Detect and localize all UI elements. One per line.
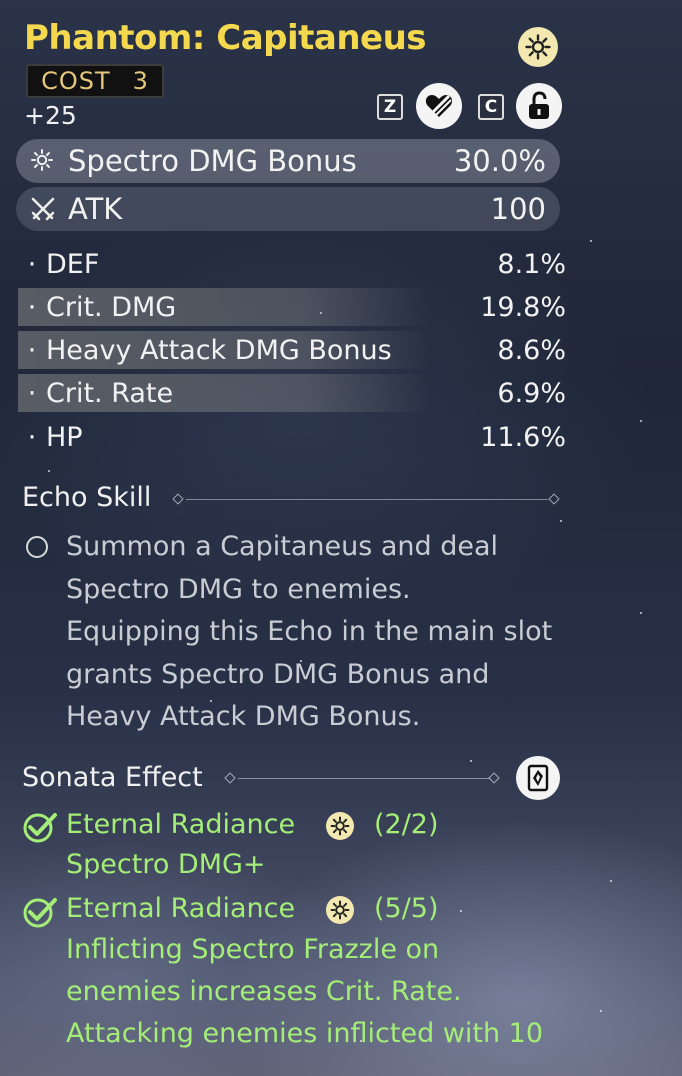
- lock-toggle-button[interactable]: [516, 83, 562, 129]
- sub-stat-name: DEF: [46, 248, 100, 280]
- skill-line: Equipping this Echo in the main slot: [66, 616, 553, 647]
- sub-stat-value: 8.6%: [497, 334, 566, 366]
- sub-stat-name: HP: [46, 421, 83, 453]
- atk-swords-icon: [30, 196, 60, 222]
- sonata-effect-description: Spectro DMG+: [66, 844, 626, 886]
- discard-toggle-button[interactable]: [416, 83, 462, 129]
- echo-level: +25: [24, 101, 77, 130]
- main-stat-row: ATK 100: [16, 187, 560, 231]
- effect-line: Inflicting Spectro Frazzle on: [66, 934, 440, 965]
- echo-title: Phantom: Capitaneus: [24, 18, 427, 58]
- cost-value: 3: [132, 67, 149, 95]
- echo-detail-panel: Phantom: Capitaneus COST 3 +25 Z C Spect…: [0, 0, 682, 1076]
- sub-stat-name: Crit. Rate: [46, 377, 174, 409]
- main-stat-value: 30.0%: [453, 144, 546, 178]
- sub-stat-name: Heavy Attack DMG Bonus: [46, 334, 392, 366]
- checkmark-icon: [23, 813, 57, 843]
- checkmark-icon: [23, 898, 57, 928]
- cost-badge: COST 3: [26, 64, 164, 98]
- sub-stat-bullet: ·: [27, 334, 37, 366]
- sub-stat-bullet: ·: [27, 291, 37, 323]
- sonata-set-name: Eternal Radiance: [66, 809, 296, 840]
- cost-label: COST: [41, 67, 111, 95]
- sub-stat-name: Crit. DMG: [46, 291, 177, 323]
- spectro-element-icon: [518, 27, 558, 67]
- sub-stat-value: 11.6%: [480, 421, 566, 453]
- effect-line: Attacking enemies inflicted with 10: [66, 1018, 544, 1049]
- effect-line: enemies increases Crit. Rate.: [66, 976, 462, 1007]
- effect-line: Spectro DMG+: [66, 849, 266, 880]
- sub-stat-value: 8.1%: [497, 248, 566, 280]
- sub-stat-value: 6.9%: [497, 377, 566, 409]
- unlock-hotkey: C: [478, 94, 504, 120]
- skill-bullet-icon: [26, 536, 48, 558]
- skill-line: grants Spectro DMG Bonus and: [66, 658, 490, 690]
- spectro-element-icon: [326, 896, 354, 924]
- section-divider: [238, 778, 490, 779]
- skill-line: Summon a Capitaneus and deal: [66, 531, 499, 562]
- divider-diamond: [172, 493, 184, 505]
- skill-line: Spectro DMG to enemies.: [66, 573, 411, 605]
- sub-stat-row: · HP 11.6%: [18, 418, 566, 456]
- spectro-icon: [30, 148, 60, 174]
- sub-stat-value: 19.8%: [480, 291, 566, 323]
- sonata-set-icon[interactable]: [516, 756, 560, 800]
- echo-skill-heading: Echo Skill: [22, 482, 152, 513]
- sonata-effect-heading: Sonata Effect: [22, 762, 203, 793]
- main-stat-name: ATK: [68, 192, 123, 226]
- sub-stat-row: · Heavy Attack DMG Bonus 8.6%: [18, 331, 566, 369]
- lock-hotkey: Z: [377, 94, 403, 120]
- sub-stat-bullet: ·: [27, 377, 37, 409]
- main-stat-name: Spectro DMG Bonus: [68, 144, 357, 178]
- sonata-set-name: Eternal Radiance: [66, 893, 296, 924]
- main-stat-row: Spectro DMG Bonus 30.0%: [16, 139, 560, 183]
- sonata-set-count: (2/2): [374, 809, 439, 840]
- sub-stat-row: · Crit. DMG 19.8%: [18, 288, 566, 326]
- spectro-element-icon: [326, 812, 354, 840]
- echo-skill-description: Summon a Capitaneus and deal Spectro DMG…: [66, 526, 586, 739]
- skill-line: Heavy Attack DMG Bonus.: [66, 701, 421, 732]
- sonata-effect-description: Inflicting Spectro Frazzle on enemies in…: [66, 929, 626, 1055]
- divider-diamond: [548, 493, 560, 505]
- sub-stat-row: · Crit. Rate 6.9%: [18, 374, 566, 412]
- sub-stat-bullet: ·: [27, 248, 37, 280]
- sub-stat-row: · DEF 8.1%: [18, 245, 566, 283]
- divider-diamond: [488, 772, 500, 784]
- section-divider: [186, 499, 548, 500]
- main-stat-value: 100: [490, 192, 546, 226]
- sub-stat-bullet: ·: [27, 421, 37, 453]
- divider-diamond: [224, 772, 236, 784]
- unlock-icon: [529, 91, 549, 119]
- sonata-set-count: (5/5): [374, 893, 439, 924]
- discard-heart-icon: [425, 94, 453, 118]
